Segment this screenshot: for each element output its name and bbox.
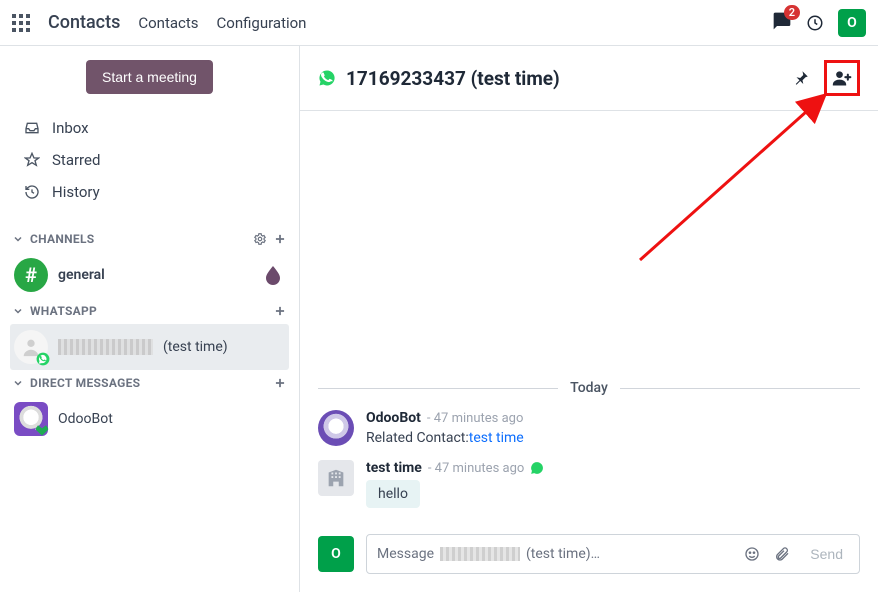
contact-link[interactable]: test time bbox=[469, 430, 524, 446]
sidebar-starred[interactable]: Starred bbox=[24, 148, 289, 172]
conversation-pane: 17169233437 (test time) Today bbox=[300, 46, 878, 592]
placeholder-suffix: (test time)… bbox=[526, 546, 600, 562]
pin-button[interactable] bbox=[788, 65, 814, 91]
whatsapp-chat-item[interactable]: (test time) bbox=[10, 324, 289, 370]
emoji-icon[interactable] bbox=[744, 546, 760, 562]
section-whatsapp-header[interactable]: WHATSAPP bbox=[10, 298, 289, 324]
section-channels-label: CHANNELS bbox=[30, 232, 94, 246]
attachment-icon[interactable] bbox=[774, 546, 790, 562]
redacted-name bbox=[440, 547, 520, 561]
dm-odoobot[interactable]: OdooBot bbox=[10, 396, 289, 442]
composer: O Message (test time)… Send bbox=[300, 522, 878, 592]
message-input[interactable]: Message (test time)… Send bbox=[366, 534, 860, 574]
pin-icon bbox=[792, 69, 810, 87]
message-body: hello bbox=[366, 480, 544, 508]
messages-badge: 2 bbox=[784, 5, 800, 20]
nav-configuration[interactable]: Configuration bbox=[217, 14, 307, 32]
bot-avatar-icon bbox=[14, 402, 48, 436]
inbox-icon bbox=[24, 120, 40, 136]
sidebar-nav: Inbox Starred History bbox=[10, 116, 289, 204]
bot-avatar-icon bbox=[318, 410, 354, 446]
main: Start a meeting Inbox Starred History CH… bbox=[0, 46, 878, 592]
annotation-highlight bbox=[824, 60, 860, 96]
sidebar-inbox-label: Inbox bbox=[52, 119, 89, 137]
section-direct-label: DIRECT MESSAGES bbox=[30, 376, 140, 390]
message-body: Related Contact:test time bbox=[366, 430, 524, 446]
start-meeting-button[interactable]: Start a meeting bbox=[86, 60, 213, 94]
plus-icon[interactable] bbox=[273, 376, 287, 390]
send-button[interactable]: Send bbox=[804, 546, 849, 562]
placeholder-prefix: Message bbox=[377, 546, 434, 562]
chevron-down-icon bbox=[12, 233, 24, 245]
channel-general-label: general bbox=[58, 267, 105, 283]
topbar-right: 2 O bbox=[772, 9, 866, 37]
add-user-icon bbox=[832, 68, 852, 88]
apps-icon[interactable] bbox=[12, 14, 30, 32]
day-label: Today bbox=[570, 380, 608, 396]
day-divider: Today bbox=[318, 380, 860, 396]
message-time: 47 minutes ago bbox=[428, 461, 524, 476]
redacted-name bbox=[58, 339, 153, 355]
conversation-header: 17169233437 (test time) bbox=[300, 46, 878, 111]
star-icon bbox=[24, 152, 40, 168]
contact-avatar bbox=[14, 330, 48, 364]
conversation-title: 17169233437 (test time) bbox=[346, 67, 560, 90]
sidebar-history[interactable]: History bbox=[24, 180, 289, 204]
chevron-down-icon bbox=[12, 305, 24, 317]
sidebar-starred-label: Starred bbox=[52, 151, 100, 169]
whatsapp-icon bbox=[36, 352, 50, 366]
section-direct-header[interactable]: DIRECT MESSAGES bbox=[10, 370, 289, 396]
building-icon bbox=[318, 460, 354, 496]
messages-icon[interactable]: 2 bbox=[772, 11, 792, 35]
sidebar-history-label: History bbox=[52, 183, 100, 201]
topbar: Contacts Contacts Configuration 2 O bbox=[0, 0, 878, 46]
plus-icon[interactable] bbox=[273, 304, 287, 318]
hash-icon: # bbox=[14, 258, 48, 292]
message-author: test time bbox=[366, 460, 422, 476]
sidebar: Start a meeting Inbox Starred History CH… bbox=[0, 46, 300, 592]
channel-general[interactable]: # general bbox=[10, 252, 289, 298]
message-author: OdooBot bbox=[366, 410, 421, 426]
gear-icon[interactable] bbox=[253, 232, 267, 246]
add-user-button[interactable] bbox=[829, 65, 855, 91]
message-row: test time 47 minutes ago hello bbox=[318, 460, 860, 508]
history-icon bbox=[24, 184, 40, 200]
message-placeholder: Message (test time)… bbox=[377, 546, 734, 562]
composer-avatar: O bbox=[318, 536, 354, 572]
message-body-prefix: Related Contact: bbox=[366, 430, 469, 446]
message-bubble: hello bbox=[366, 480, 420, 508]
plus-icon[interactable] bbox=[273, 232, 287, 246]
app-brand[interactable]: Contacts bbox=[48, 12, 120, 33]
message-row: OdooBot 47 minutes ago Related Contact:t… bbox=[318, 410, 860, 446]
conversation-body: Today OdooBot 47 minutes ago Related Con… bbox=[300, 111, 878, 522]
sidebar-inbox[interactable]: Inbox bbox=[24, 116, 289, 140]
whatsapp-icon bbox=[318, 69, 336, 87]
message-time: 47 minutes ago bbox=[427, 411, 523, 426]
section-channels-header[interactable]: CHANNELS bbox=[10, 226, 289, 252]
whatsapp-icon bbox=[530, 461, 544, 475]
section-whatsapp-label: WHATSAPP bbox=[30, 304, 97, 318]
chevron-down-icon bbox=[12, 377, 24, 389]
drop-icon bbox=[261, 263, 285, 287]
dm-odoobot-label: OdooBot bbox=[58, 411, 113, 427]
whatsapp-item-suffix: (test time) bbox=[163, 339, 228, 355]
nav-contacts[interactable]: Contacts bbox=[138, 14, 198, 32]
user-avatar[interactable]: O bbox=[838, 9, 866, 37]
activity-icon[interactable] bbox=[806, 14, 824, 32]
